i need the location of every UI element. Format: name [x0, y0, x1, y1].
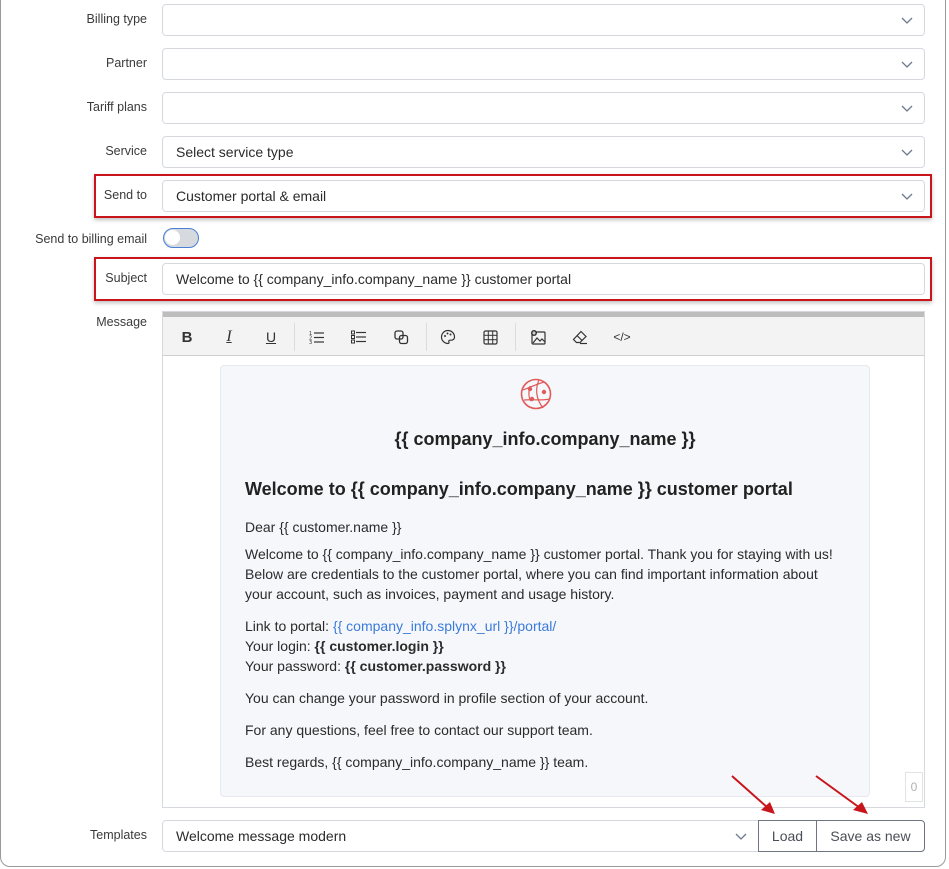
service-row: Service Select service type [0, 136, 949, 168]
password-label: Your password: [245, 658, 345, 674]
intro-text: Welcome to {{ company_info.company_name … [245, 546, 833, 602]
italic-icon[interactable]: I [215, 323, 243, 351]
insert-image-icon[interactable] [524, 323, 552, 351]
underline-icon[interactable]: U [257, 323, 285, 351]
subject-label: Subject [105, 271, 147, 285]
service-label: Service [105, 144, 147, 158]
chevron-down-icon [901, 61, 913, 68]
toolbar-separator [515, 323, 516, 351]
subject-input[interactable]: Welcome to {{ company_info.company_name … [162, 263, 925, 295]
billing-type-select[interactable] [162, 4, 925, 36]
palette-icon[interactable] [434, 323, 462, 351]
login-value: {{ customer.login }} [314, 638, 444, 654]
character-counter: 0 [905, 772, 923, 802]
tariff-plans-label: Tariff plans [86, 100, 147, 114]
chevron-down-icon [735, 833, 747, 840]
change-password-text: You can change your password in profile … [245, 690, 649, 706]
subject-row: Subject Welcome to {{ company_info.compa… [0, 263, 949, 295]
tariff-plans-row: Tariff plans [0, 92, 949, 124]
eraser-icon[interactable] [566, 323, 594, 351]
copy-icon[interactable] [387, 323, 415, 351]
login-line: Your login: {{ customer.login }} [245, 636, 845, 656]
send-to-label: Send to [103, 188, 147, 202]
chevron-down-icon [901, 149, 913, 156]
portal-link[interactable]: {{ company_info.splynx_url }}/portal/ [333, 618, 556, 634]
greeting-text: Dear {{ customer.name }} [245, 519, 402, 535]
toggle-knob [165, 230, 180, 245]
partner-label: Partner [106, 56, 147, 70]
arrow-to-load-icon [731, 775, 775, 814]
send-to-billing-email-toggle[interactable] [163, 228, 199, 248]
billing-type-label: Billing type [86, 12, 147, 26]
bold-icon[interactable]: B [173, 323, 201, 351]
chevron-down-icon [901, 17, 913, 24]
company-title: {{ company_info.company_name }} [394, 429, 696, 449]
toolbar-separator [294, 323, 295, 351]
billing-type-row: Billing type [0, 4, 949, 36]
editor-toolbar: B I U 123 </> [163, 317, 924, 356]
send-to-billing-email-label: Send to billing email [35, 232, 147, 246]
save-as-new-template-button[interactable]: Save as new [816, 820, 925, 852]
templates-label: Templates [90, 828, 147, 842]
table-icon[interactable] [476, 323, 504, 351]
password-value: {{ customer.password }} [344, 658, 506, 674]
code-view-icon[interactable]: </> [608, 323, 636, 351]
link-label: Link to portal: [245, 618, 333, 634]
welcome-heading: Welcome to {{ company_info.company_name … [245, 479, 793, 499]
unordered-list-icon[interactable] [345, 323, 373, 351]
send-to-row: Send to Customer portal & email [0, 180, 949, 212]
toolbar-separator [426, 323, 427, 351]
regards-text: Best regards, {{ company_info.company_na… [245, 754, 589, 770]
chevron-down-icon [901, 193, 913, 200]
partner-select[interactable] [162, 48, 925, 80]
svg-text:3: 3 [309, 340, 312, 344]
templates-select[interactable]: Welcome message modern [162, 820, 759, 852]
chevron-down-icon [901, 105, 913, 112]
ordered-list-icon[interactable]: 123 [303, 323, 331, 351]
message-editor[interactable]: B I U 123 </> {{company_info.company_na… [162, 311, 925, 808]
email-preview-card: {{ company_info.company_name }} Welcome … [220, 365, 870, 797]
tariff-plans-select[interactable] [162, 92, 925, 124]
arrow-to-save-as-new-icon [815, 775, 868, 814]
company-logo-icon [520, 378, 552, 410]
partner-row: Partner [0, 48, 949, 80]
service-select[interactable]: Select service type [162, 136, 925, 168]
load-template-button[interactable]: Load [758, 820, 817, 852]
password-line: Your password: {{ customer.password }} [245, 656, 845, 676]
login-label: Your login: [245, 638, 315, 654]
link-line: Link to portal: {{ company_info.splynx_u… [245, 616, 845, 636]
message-label: Message [96, 315, 147, 329]
questions-text: For any questions, feel free to contact … [245, 722, 593, 738]
send-to-select[interactable]: Customer portal & email [162, 180, 925, 212]
